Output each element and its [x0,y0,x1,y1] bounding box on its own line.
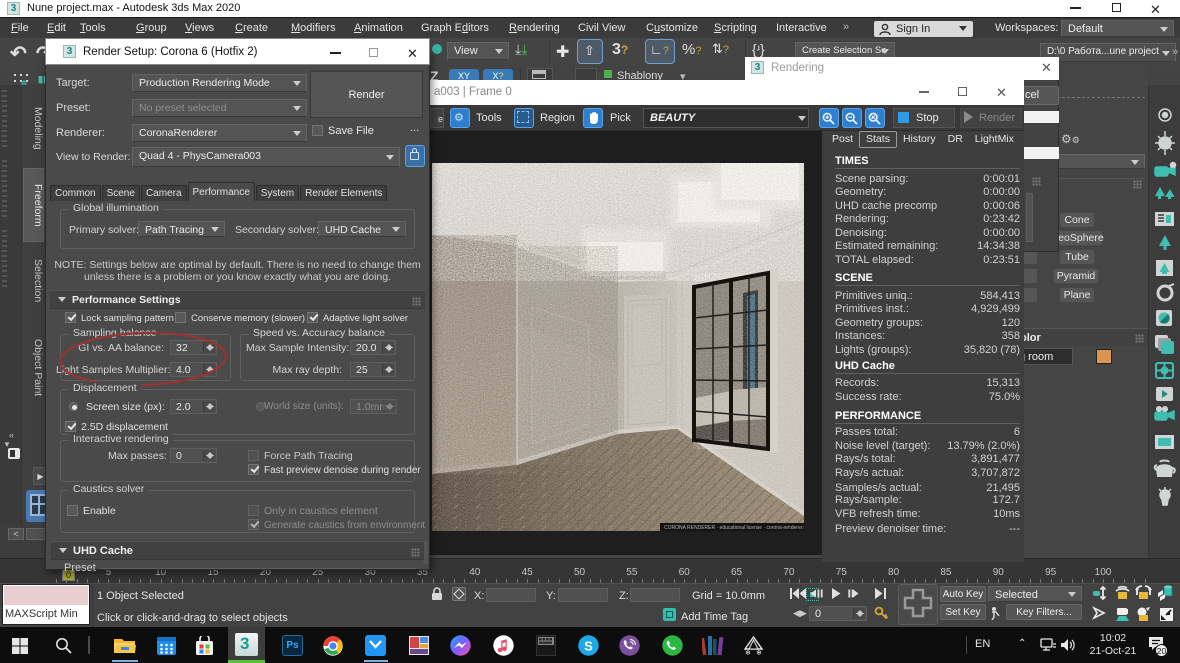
svg-text:❄: ❄ [756,649,762,656]
svg-text:❄: ❄ [745,649,751,656]
svg-text:S: S [584,639,593,654]
svg-text:CORONA RENDERER · educational: CORONA RENDERER · educational license · … [664,525,804,531]
